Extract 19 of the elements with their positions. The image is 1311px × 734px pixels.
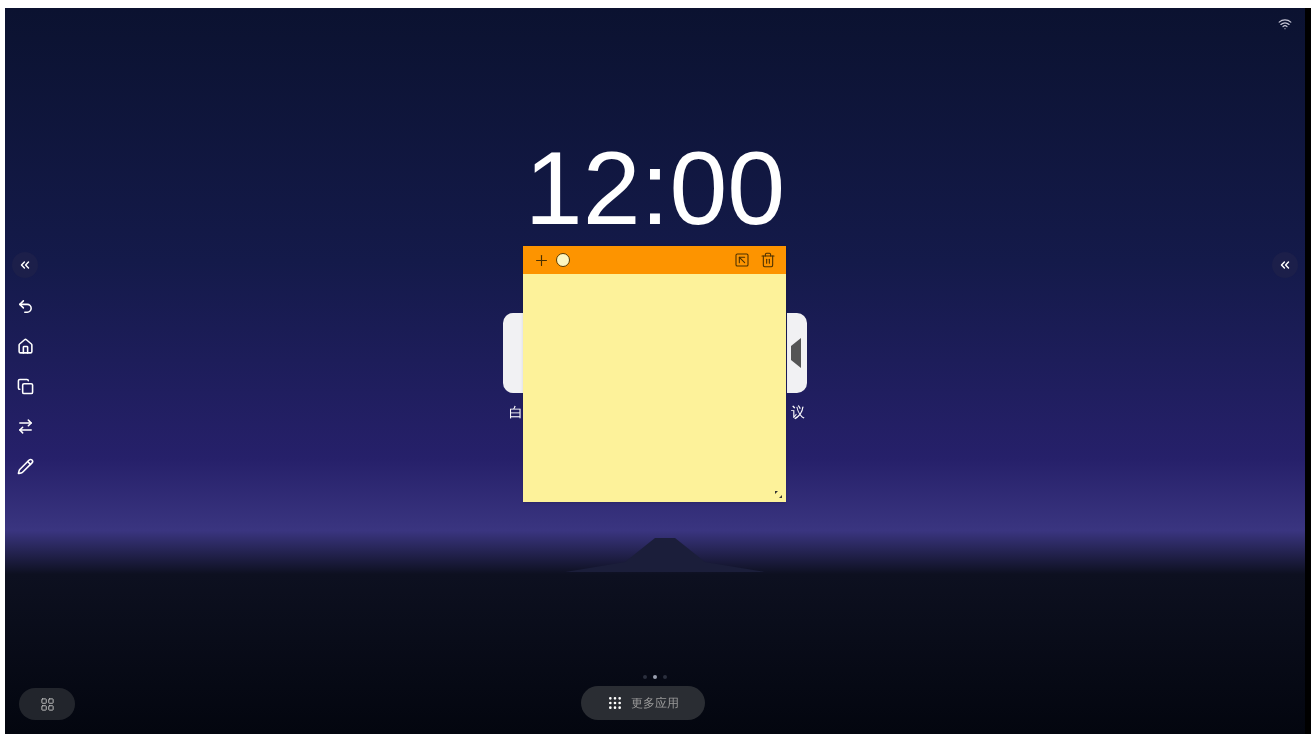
collapse-button[interactable] [12, 252, 38, 278]
chevrons-left-icon [1278, 258, 1292, 272]
app-tile[interactable] [787, 313, 807, 393]
note-color-button[interactable] [556, 253, 570, 267]
wifi-icon [1278, 17, 1292, 31]
dots-grid-icon [607, 695, 623, 711]
chevrons-left-icon [18, 258, 32, 272]
collapse-button[interactable] [1272, 252, 1298, 278]
speaker-icon [791, 338, 801, 368]
resize-handle-icon[interactable] [775, 491, 782, 498]
app-label: 白 [509, 405, 523, 419]
more-apps-button[interactable]: 更多应用 [581, 686, 705, 720]
start-button[interactable] [19, 688, 75, 720]
grid-icon [39, 696, 55, 712]
delete-icon[interactable] [760, 252, 776, 268]
app-label: 议 [791, 405, 805, 419]
app-tile[interactable] [503, 313, 524, 393]
clock: 12:00 [524, 136, 786, 240]
expand-icon[interactable] [734, 252, 750, 268]
